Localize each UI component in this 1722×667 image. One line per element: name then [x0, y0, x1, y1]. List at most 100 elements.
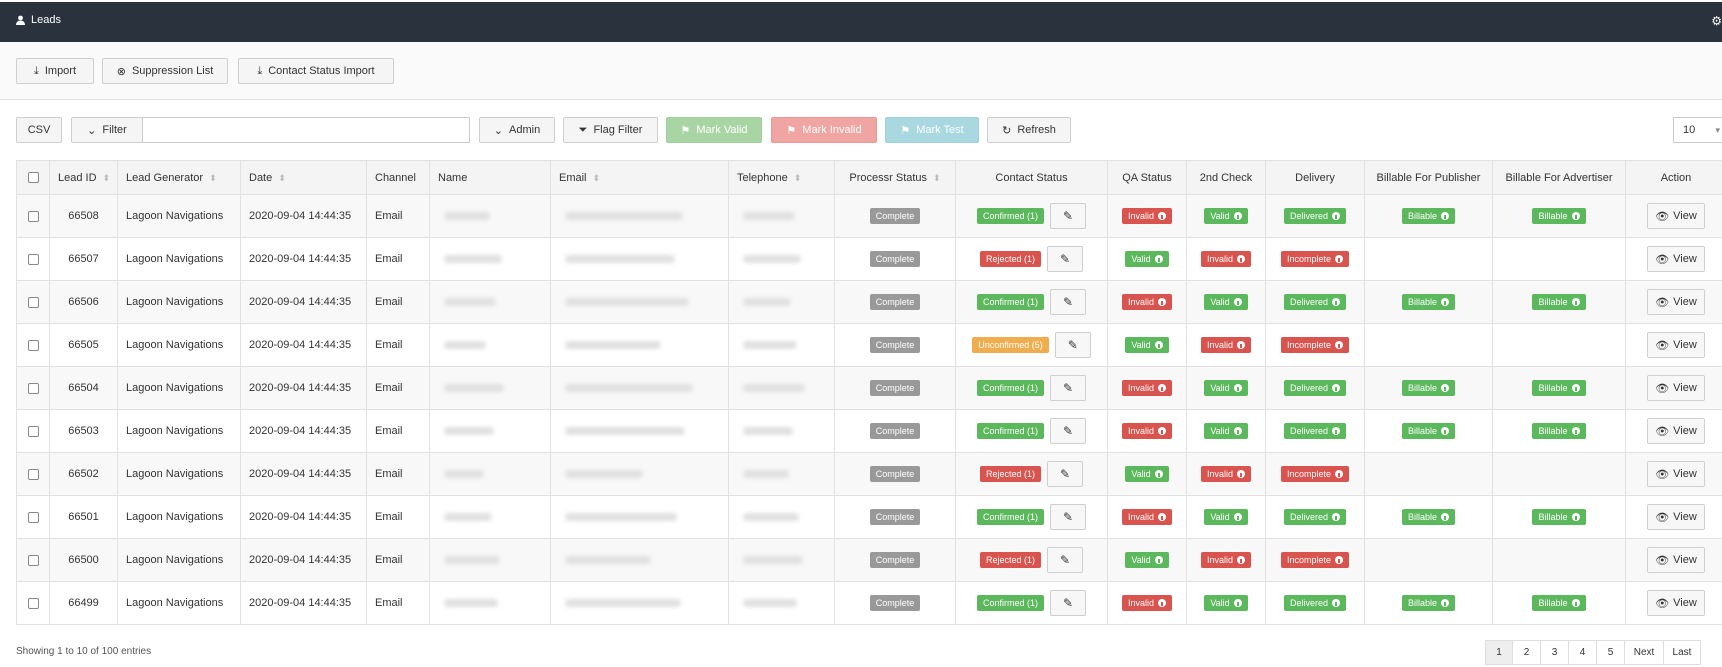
- mark-test-button[interactable]: ⚑ Mark Test: [885, 117, 979, 143]
- col-billable-advertiser[interactable]: Billable For Advertiser: [1492, 160, 1626, 195]
- action-cell: 👁 View: [1625, 409, 1722, 453]
- view-button[interactable]: 👁 View: [1647, 418, 1705, 444]
- row-checkbox[interactable]: [27, 296, 39, 308]
- row-checkbox-cell: [16, 194, 50, 238]
- refresh-button[interactable]: ↻ Refresh: [987, 117, 1071, 143]
- page-2[interactable]: 2: [1512, 640, 1541, 665]
- page-size-select[interactable]: 10 ▾: [1673, 117, 1722, 143]
- contact-status-badge-text: Rejected (1): [985, 555, 1036, 565]
- edit-contact-status-button[interactable]: [1050, 504, 1086, 530]
- row-checkbox-cell: [16, 538, 50, 582]
- mark-invalid-button[interactable]: ⚑ Mark Invalid: [771, 117, 877, 143]
- view-button[interactable]: 👁 View: [1647, 246, 1705, 272]
- view-button[interactable]: 👁 View: [1647, 332, 1705, 358]
- col-label: Contact Status: [995, 171, 1068, 184]
- row-checkbox[interactable]: [27, 554, 39, 566]
- edit-contact-status-button[interactable]: [1050, 375, 1086, 401]
- contact-status-badge-text: Confirmed (1): [982, 297, 1038, 307]
- lead-date: 2020-09-04 14:44:35: [240, 323, 367, 367]
- table-row[interactable]: 66506 Lagoon Navigations 2020-09-04 14:44:…: [16, 280, 1722, 324]
- filter-toggle-button[interactable]: ⌄ Filter: [71, 117, 143, 143]
- view-button[interactable]: 👁 View: [1647, 375, 1705, 401]
- view-button[interactable]: 👁 View: [1647, 289, 1705, 315]
- mark-valid-button[interactable]: ⚑ Mark Valid: [666, 117, 762, 143]
- table-row[interactable]: 66508 Lagoon Navigations 2020-09-04 14:44:…: [16, 194, 1722, 238]
- csv-button[interactable]: CSV: [16, 117, 62, 143]
- contact-status-import-button[interactable]: ⤓ Contact Status Import: [238, 58, 394, 84]
- edit-contact-status-button[interactable]: [1050, 289, 1086, 315]
- contact-status-badge-text: Confirmed (1): [982, 211, 1038, 221]
- view-button[interactable]: 👁 View: [1647, 590, 1705, 616]
- col-lead-id[interactable]: Lead ID ⬍: [49, 160, 118, 195]
- qa-status-badge: Invalid: [1121, 380, 1172, 396]
- row-checkbox[interactable]: [27, 382, 39, 394]
- edit-contact-status-button[interactable]: [1050, 418, 1086, 444]
- admin-button[interactable]: ⌄ Admin: [479, 117, 555, 143]
- row-checkbox-cell: [16, 581, 50, 625]
- view-button[interactable]: 👁 View: [1647, 547, 1705, 573]
- page-3[interactable]: 3: [1540, 640, 1569, 665]
- billable-publisher-badge-text: Billable: [1407, 512, 1438, 522]
- flag-filter-button[interactable]: ⏷ Flag Filter: [563, 117, 658, 143]
- suppression-list-button[interactable]: ⊗ Suppression List: [102, 58, 228, 84]
- edit-contact-status-button[interactable]: [1050, 590, 1086, 616]
- view-button[interactable]: 👁 View: [1647, 504, 1705, 530]
- table-row[interactable]: 66502 Lagoon Navigations 2020-09-04 14:44:…: [16, 452, 1722, 496]
- view-button[interactable]: 👁 View: [1647, 461, 1705, 487]
- qa-status-badge-text: Invalid: [1127, 598, 1154, 608]
- col-email[interactable]: Email ⬍: [550, 160, 729, 195]
- col-telephone[interactable]: Telephone ⬍: [728, 160, 835, 195]
- col-lead-generator[interactable]: Lead Generator ⬍: [117, 160, 241, 195]
- edit-contact-status-button[interactable]: [1047, 246, 1084, 272]
- filter-input[interactable]: [142, 117, 470, 143]
- col-processr-status[interactable]: Processr Status ⬍: [834, 160, 956, 195]
- col-channel[interactable]: Channel: [366, 160, 430, 195]
- table-row[interactable]: 66501 Lagoon Navigations 2020-09-04 14:44:…: [16, 495, 1722, 539]
- page-5[interactable]: 5: [1596, 640, 1625, 665]
- edit-contact-status-button[interactable]: [1047, 461, 1084, 487]
- row-checkbox[interactable]: [27, 253, 39, 265]
- page-4[interactable]: 4: [1568, 640, 1597, 665]
- row-checkbox[interactable]: [27, 597, 39, 609]
- contact-status-badge: Confirmed (1): [976, 595, 1044, 611]
- edit-contact-status-button[interactable]: [1047, 547, 1084, 573]
- edit-contact-status-button[interactable]: [1054, 332, 1091, 358]
- info-icon: [1332, 298, 1341, 306]
- info-icon: [1158, 212, 1166, 220]
- row-checkbox[interactable]: [27, 339, 39, 351]
- gear-icon[interactable]: ⚙: [1711, 14, 1722, 28]
- col-qa-status[interactable]: QA Status: [1107, 160, 1187, 195]
- table-row[interactable]: 66507 Lagoon Navigations 2020-09-04 14:44:…: [16, 237, 1722, 281]
- billable-publisher-badge: Billable: [1401, 423, 1456, 439]
- second-check-cell: Invalid: [1186, 323, 1266, 367]
- table-row[interactable]: 66499 Lagoon Navigations 2020-09-04 14:44:…: [16, 581, 1722, 625]
- page-1[interactable]: 1: [1485, 640, 1513, 665]
- import-button[interactable]: ⤓ Import: [16, 58, 94, 84]
- qa-status-cell: Invalid: [1107, 581, 1187, 625]
- table-row[interactable]: 66503 Lagoon Navigations 2020-09-04 14:44:…: [16, 409, 1722, 453]
- contact-status-badge: Unconfirmed (5): [972, 337, 1049, 353]
- table-row[interactable]: 66505 Lagoon Navigations 2020-09-04 14:44:…: [16, 323, 1722, 367]
- row-checkbox[interactable]: [27, 425, 39, 437]
- row-checkbox[interactable]: [27, 468, 39, 480]
- col-name[interactable]: Name: [429, 160, 551, 195]
- filter-bar: CSV ⌄ Filter ⌄ Admin ⏷ Flag Filter ⚑ Mar…: [0, 100, 1722, 158]
- row-checkbox[interactable]: [27, 511, 39, 523]
- col-date[interactable]: Date ⬍: [240, 160, 367, 195]
- lead-channel: Email: [366, 323, 430, 367]
- row-checkbox[interactable]: [27, 210, 39, 222]
- processr-status-cell: Complete: [834, 323, 956, 367]
- table-row[interactable]: 66504 Lagoon Navigations 2020-09-04 14:44:…: [16, 366, 1722, 410]
- table-row[interactable]: 66500 Lagoon Navigations 2020-09-04 14:44:…: [16, 538, 1722, 582]
- page-last[interactable]: Last: [1663, 640, 1701, 665]
- select-all-checkbox[interactable]: [27, 172, 39, 184]
- col-billable-publisher[interactable]: Billable For Publisher: [1364, 160, 1493, 195]
- edit-contact-status-button[interactable]: [1050, 203, 1086, 229]
- col-contact-status[interactable]: Contact Status: [955, 160, 1108, 195]
- view-button[interactable]: 👁 View: [1647, 203, 1705, 229]
- processr-status-badge-text: Complete: [875, 211, 915, 221]
- col-delivery[interactable]: Delivery: [1265, 160, 1365, 195]
- col-label: Date: [249, 171, 273, 184]
- col-2nd-check[interactable]: 2nd Check: [1186, 160, 1266, 195]
- page-next[interactable]: Next: [1624, 640, 1664, 665]
